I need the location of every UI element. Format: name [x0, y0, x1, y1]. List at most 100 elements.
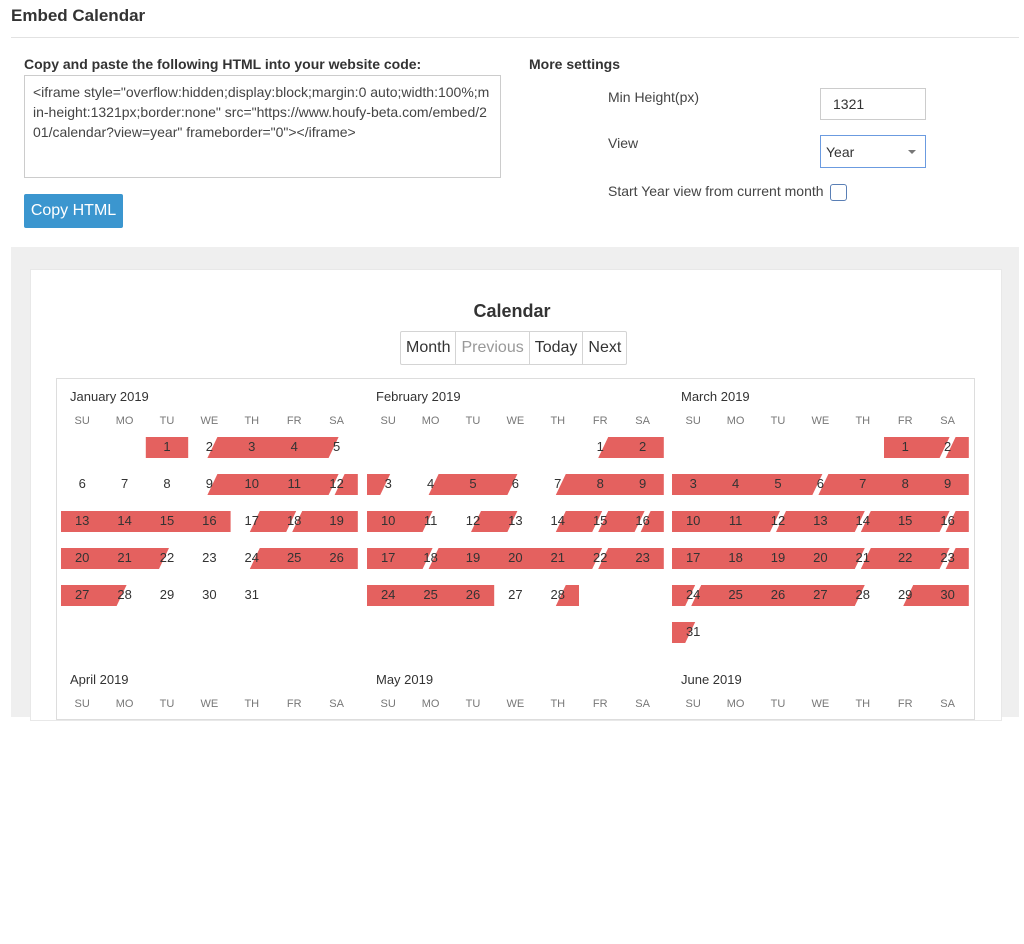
- day-cell[interactable]: 1: [884, 439, 926, 454]
- day-cell[interactable]: 27: [61, 587, 103, 602]
- day-cell[interactable]: 30: [926, 587, 968, 602]
- today-button[interactable]: Today: [528, 332, 583, 364]
- day-cell[interactable]: 2: [188, 439, 230, 454]
- day-cell[interactable]: 22: [884, 550, 926, 565]
- day-cell[interactable]: 25: [409, 587, 451, 602]
- min-height-input[interactable]: [820, 88, 926, 120]
- day-cell[interactable]: 2: [621, 439, 663, 454]
- day-cell[interactable]: 17: [672, 550, 714, 565]
- day-cell[interactable]: 18: [409, 550, 451, 565]
- day-cell[interactable]: 16: [188, 513, 230, 528]
- day-cell[interactable]: 25: [714, 587, 756, 602]
- day-cell[interactable]: 24: [367, 587, 409, 602]
- day-cell[interactable]: 15: [884, 513, 926, 528]
- day-cell[interactable]: 28: [842, 587, 884, 602]
- day-cell[interactable]: 9: [621, 476, 663, 491]
- day-cell[interactable]: 31: [672, 624, 714, 639]
- day-cell[interactable]: 13: [494, 513, 536, 528]
- day-cell[interactable]: 14: [537, 513, 579, 528]
- day-cell[interactable]: 16: [621, 513, 663, 528]
- day-cell[interactable]: 8: [884, 476, 926, 491]
- day-cell[interactable]: 22: [146, 550, 188, 565]
- day-cell[interactable]: 12: [452, 513, 494, 528]
- day-cell[interactable]: 1: [579, 439, 621, 454]
- day-cell[interactable]: 14: [842, 513, 884, 528]
- day-cell[interactable]: 23: [188, 550, 230, 565]
- day-cell[interactable]: 6: [61, 476, 103, 491]
- day-cell[interactable]: 11: [409, 513, 451, 528]
- day-cell[interactable]: 1: [146, 439, 188, 454]
- day-cell[interactable]: 27: [494, 587, 536, 602]
- day-cell[interactable]: 20: [494, 550, 536, 565]
- day-cell[interactable]: 26: [757, 587, 799, 602]
- day-cell[interactable]: 10: [231, 476, 273, 491]
- day-cell[interactable]: 17: [231, 513, 273, 528]
- day-cell[interactable]: 4: [714, 476, 756, 491]
- day-cell[interactable]: 13: [799, 513, 841, 528]
- day-cell[interactable]: 28: [103, 587, 145, 602]
- day-cell[interactable]: 23: [926, 550, 968, 565]
- day-cell[interactable]: 5: [452, 476, 494, 491]
- day-cell[interactable]: 9: [188, 476, 230, 491]
- day-cell[interactable]: 21: [842, 550, 884, 565]
- day-cell[interactable]: 31: [231, 587, 273, 602]
- day-cell[interactable]: 26: [315, 550, 357, 565]
- day-cell[interactable]: 6: [799, 476, 841, 491]
- day-cell[interactable]: 13: [61, 513, 103, 528]
- day-cell[interactable]: 5: [315, 439, 357, 454]
- day-cell[interactable]: 19: [452, 550, 494, 565]
- day-cell[interactable]: 7: [537, 476, 579, 491]
- next-button[interactable]: Next: [582, 332, 626, 364]
- day-cell[interactable]: 12: [315, 476, 357, 491]
- day-cell[interactable]: 14: [103, 513, 145, 528]
- day-cell[interactable]: 8: [579, 476, 621, 491]
- day-cell[interactable]: 7: [103, 476, 145, 491]
- day-cell[interactable]: 11: [714, 513, 756, 528]
- day-cell[interactable]: 26: [452, 587, 494, 602]
- day-cell[interactable]: 21: [537, 550, 579, 565]
- day-cell[interactable]: 25: [273, 550, 315, 565]
- day-cell[interactable]: 2: [926, 439, 968, 454]
- day-cell[interactable]: 20: [799, 550, 841, 565]
- day-cell[interactable]: 22: [579, 550, 621, 565]
- previous-button[interactable]: Previous: [455, 332, 528, 364]
- day-cell[interactable]: 17: [367, 550, 409, 565]
- day-cell[interactable]: 15: [579, 513, 621, 528]
- day-cell[interactable]: 24: [672, 587, 714, 602]
- day-cell[interactable]: 12: [757, 513, 799, 528]
- day-cell[interactable]: 28: [537, 587, 579, 602]
- start-current-month-checkbox[interactable]: [830, 184, 847, 201]
- day-cell[interactable]: 11: [273, 476, 315, 491]
- day-cell[interactable]: 23: [621, 550, 663, 565]
- day-cell[interactable]: 3: [231, 439, 273, 454]
- month-button[interactable]: Month: [401, 332, 455, 364]
- day-cell[interactable]: 3: [672, 476, 714, 491]
- day-cell[interactable]: 5: [757, 476, 799, 491]
- day-cell[interactable]: 16: [926, 513, 968, 528]
- day-cell[interactable]: 15: [146, 513, 188, 528]
- day-cell[interactable]: 8: [146, 476, 188, 491]
- day-cell[interactable]: 29: [884, 587, 926, 602]
- booking-bars: [672, 661, 972, 944]
- copy-html-button[interactable]: Copy HTML: [24, 194, 123, 228]
- day-cell[interactable]: 18: [714, 550, 756, 565]
- day-cell[interactable]: 24: [231, 550, 273, 565]
- day-cell[interactable]: 27: [799, 587, 841, 602]
- view-select[interactable]: Year: [820, 135, 926, 168]
- day-cell[interactable]: 20: [61, 550, 103, 565]
- day-cell[interactable]: 3: [367, 476, 409, 491]
- day-cell[interactable]: 30: [188, 587, 230, 602]
- day-cell[interactable]: 19: [315, 513, 357, 528]
- day-cell[interactable]: 10: [367, 513, 409, 528]
- day-cell[interactable]: 19: [757, 550, 799, 565]
- day-cell[interactable]: 7: [842, 476, 884, 491]
- day-cell[interactable]: 4: [273, 439, 315, 454]
- day-cell[interactable]: 10: [672, 513, 714, 528]
- embed-code-textarea[interactable]: [24, 75, 501, 178]
- day-cell[interactable]: 29: [146, 587, 188, 602]
- day-cell[interactable]: 6: [494, 476, 536, 491]
- day-cell[interactable]: 18: [273, 513, 315, 528]
- day-cell[interactable]: 4: [409, 476, 451, 491]
- day-cell[interactable]: 9: [926, 476, 968, 491]
- day-cell[interactable]: 21: [103, 550, 145, 565]
